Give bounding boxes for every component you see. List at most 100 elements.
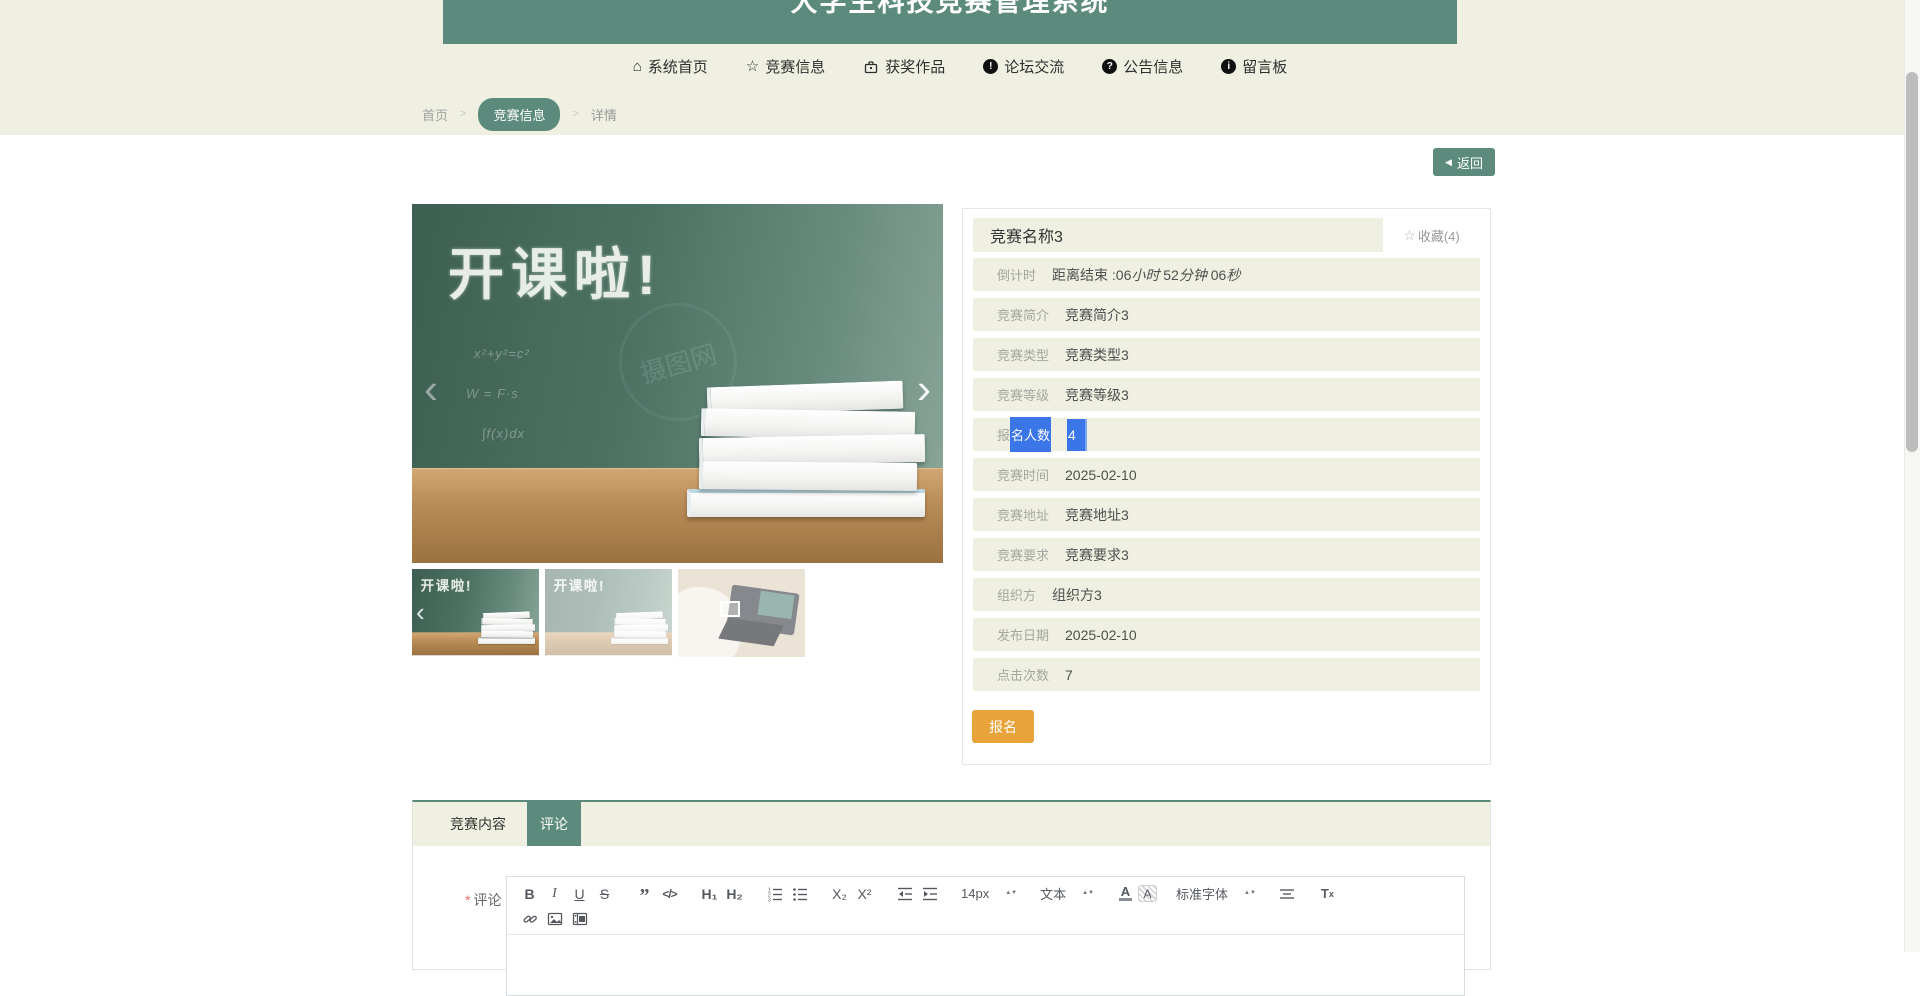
chalk-note: ∫f(x)dx <box>482 426 526 441</box>
detail-row-enrollment: 报名人数 4 <box>973 417 1480 452</box>
nav-item-announcements[interactable]: ? 公告信息 <box>1102 56 1183 77</box>
format-dropdown[interactable]: 文本 ▲▼ <box>1036 884 1098 903</box>
exclamation-circle-icon: ! <box>983 59 999 74</box>
video-icon <box>572 912 587 925</box>
back-arrow-icon: ◀ <box>1445 156 1452 167</box>
detail-row-intro: 竞赛简介 竞赛简介3 <box>973 298 1480 331</box>
subscript-button[interactable]: X₂ <box>827 882 852 905</box>
nav-item-competitions[interactable]: ☆ 竞赛信息 <box>746 56 825 77</box>
app-title: 大学生科技竞赛管理系统 <box>790 0 1110 17</box>
competition-image-carousel: 开课啦! x²+y²=c² W = F·s ∫f(x)dx 摄图网 ‹ › <box>412 204 943 563</box>
blockquote-button[interactable]: ” <box>632 882 657 907</box>
detail-row-address: 竞赛地址 竞赛地址3 <box>973 498 1480 531</box>
unordered-list-button[interactable] <box>787 882 812 905</box>
detail-row-organizer: 组织方 组织方3 <box>973 578 1480 611</box>
star-outline-icon: ☆ <box>1403 227 1416 243</box>
link-icon <box>522 915 537 923</box>
nav-label: 论坛交流 <box>1004 59 1065 76</box>
main-nav: ⌂ 系统首页 ☆ 竞赛信息 获奖作品 ! 论坛交流 ? 公告信息 i 留言板 <box>0 56 1920 77</box>
carousel-thumbnail-3[interactable] <box>678 569 805 657</box>
indent-button[interactable] <box>917 882 942 905</box>
detail-row-time: 竞赛时间 2025-02-10 <box>973 458 1480 491</box>
back-button-label: 返回 <box>1456 155 1483 171</box>
favorite-label: 收藏(4) <box>1417 228 1460 244</box>
updown-arrows-icon: ▲▼ <box>1082 890 1094 896</box>
image-button[interactable] <box>542 907 567 930</box>
thumbnail-prev-icon[interactable]: ‹ <box>416 599 425 625</box>
comment-field-label: * 评论 <box>465 892 502 908</box>
required-mark: * <box>465 892 471 908</box>
align-icon <box>1280 888 1295 899</box>
chalkboard-caption: 开课啦! <box>448 243 663 306</box>
tab-comments[interactable]: 评论 <box>527 802 581 846</box>
outdent-button[interactable] <box>892 882 917 905</box>
code-button[interactable]: </> <box>657 882 682 905</box>
comment-text-area[interactable] <box>507 935 1464 979</box>
superscript-button[interactable]: X² <box>852 882 877 905</box>
comments-section: 竞赛内容 评论 * 评论 B I U S ” </> H₁ H₂ 123 X₂ … <box>412 800 1491 996</box>
briefcase-icon <box>863 59 879 75</box>
content-tabs: 竞赛内容 评论 <box>413 802 1490 846</box>
countdown-value: 距离结束 :06小时 52分钟 06秒 <box>1052 266 1241 283</box>
info-circle-icon: i <box>1221 59 1237 74</box>
nav-item-messageboard[interactable]: i 留言板 <box>1221 56 1287 77</box>
font-size-dropdown[interactable]: 14px ▲▼ <box>957 886 1021 901</box>
heading2-button[interactable]: H₂ <box>722 882 747 905</box>
tab-competition-content[interactable]: 竞赛内容 <box>433 802 523 846</box>
breadcrumb: 首页 > 竞赛信息 > 详情 <box>422 97 617 131</box>
laptop-image <box>678 569 805 657</box>
bold-button[interactable]: B <box>517 882 542 905</box>
brand-header: 大学生科技竞赛管理系统 <box>443 0 1457 44</box>
image-icon <box>547 912 562 925</box>
font-family-dropdown[interactable]: 标准字体 ▲▼ <box>1172 884 1260 903</box>
selected-text: 名人数 <box>1010 417 1052 452</box>
align-button[interactable] <box>1275 882 1300 905</box>
ordered-list-button[interactable]: 123 <box>762 882 787 905</box>
detail-row-type: 竞赛类型 竞赛类型3 <box>973 338 1480 371</box>
video-button[interactable] <box>567 907 592 930</box>
breadcrumb-separator: > <box>460 108 467 120</box>
signup-button[interactable]: 报名 <box>972 710 1034 743</box>
clear-format-button[interactable]: Tx <box>1315 882 1340 905</box>
background-color-button[interactable]: A <box>1138 885 1157 902</box>
nav-label: 公告信息 <box>1123 59 1184 76</box>
detail-row-countdown: 倒计时 距离结束 :06小时 52分钟 06秒 <box>973 258 1480 291</box>
favorite-button[interactable]: ☆ 收藏(4) <box>1383 218 1480 252</box>
chalk-note: W = F·s <box>466 386 519 401</box>
competition-title: 竞赛名称3 <box>973 218 1383 252</box>
chalk-note: x²+y²=c² <box>474 346 530 361</box>
breadcrumb-separator: > <box>572 108 579 120</box>
heading1-button[interactable]: H₁ <box>697 882 722 905</box>
carousel-thumbnail-1[interactable]: 开课啦! ‹ <box>412 569 539 657</box>
nav-item-forum[interactable]: ! 论坛交流 <box>983 56 1064 77</box>
svg-text:3: 3 <box>768 897 771 902</box>
carousel-prev-icon[interactable]: ‹ <box>424 368 438 410</box>
back-button[interactable]: ◀ 返回 <box>1433 148 1495 176</box>
nav-item-awards[interactable]: 获奖作品 <box>863 56 945 77</box>
question-circle-icon: ? <box>1102 59 1118 74</box>
selected-text: 4 <box>1067 418 1087 451</box>
nav-label: 留言板 <box>1242 59 1288 76</box>
editor-toolbar: B I U S ” </> H₁ H₂ 123 X₂ X² 14px ▲▼ 文本… <box>507 877 1464 935</box>
page-scrollbar-thumb[interactable] <box>1906 72 1918 452</box>
home-icon: ⌂ <box>632 58 642 75</box>
link-button[interactable] <box>517 907 542 930</box>
page-scrollbar-track[interactable] <box>1904 0 1920 952</box>
comment-editor: B I U S ” </> H₁ H₂ 123 X₂ X² 14px ▲▼ 文本… <box>506 876 1465 996</box>
nav-item-home[interactable]: ⌂ 系统首页 <box>633 56 708 77</box>
ordered-list-icon: 123 <box>768 887 782 902</box>
carousel-next-icon[interactable]: › <box>917 368 931 410</box>
underline-button[interactable]: U <box>567 882 592 905</box>
detail-row-clicks: 点击次数 7 <box>973 658 1480 691</box>
breadcrumb-detail: 详情 <box>590 107 617 123</box>
nav-label: 获奖作品 <box>885 59 946 76</box>
breadcrumb-current-pill[interactable]: 竞赛信息 <box>478 97 561 131</box>
text-color-button[interactable]: A <box>1113 882 1138 905</box>
chalkboard-books-image: 开课啦! x²+y²=c² W = F·s ∫f(x)dx 摄图网 <box>412 204 943 563</box>
breadcrumb-home[interactable]: 首页 <box>422 105 448 124</box>
strikethrough-button[interactable]: S <box>592 882 617 905</box>
book-stack <box>665 380 926 517</box>
italic-button[interactable]: I <box>542 882 567 905</box>
carousel-thumbnail-2[interactable]: 开课啦! <box>545 569 672 657</box>
nav-label: 竞赛信息 <box>765 59 826 76</box>
